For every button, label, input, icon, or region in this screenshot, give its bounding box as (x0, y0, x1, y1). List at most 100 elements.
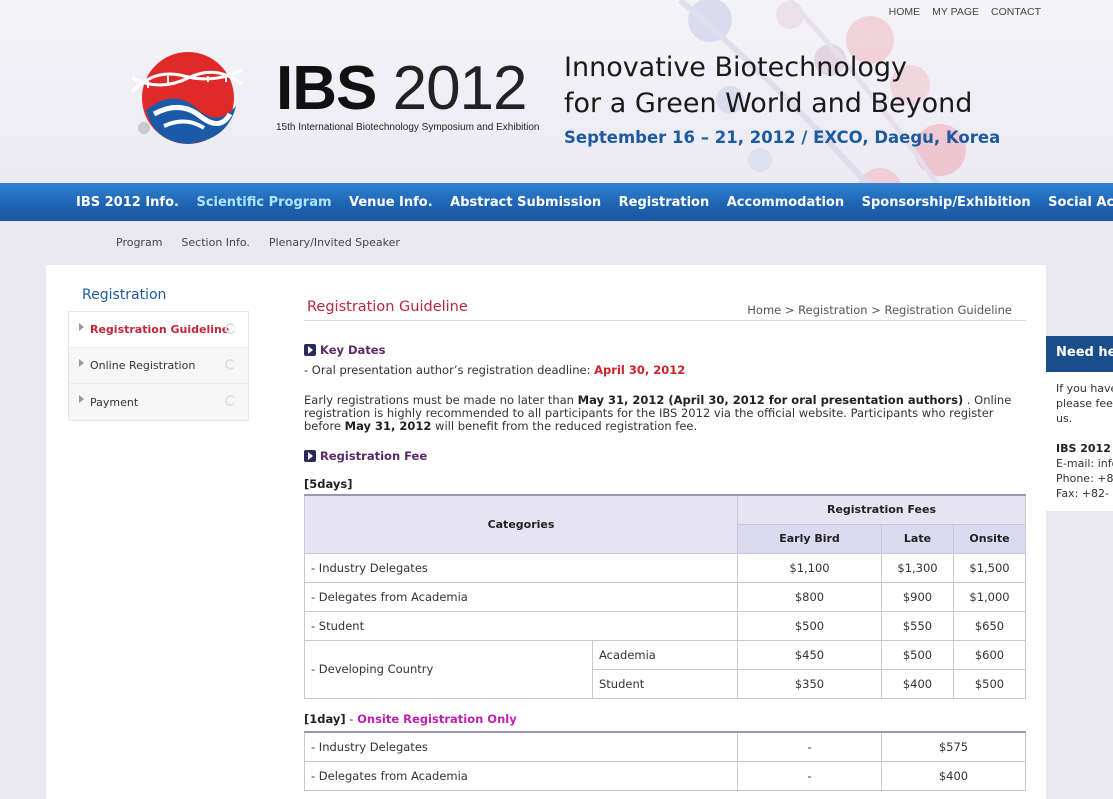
sidebar-title: Registration (82, 287, 167, 303)
table-row: - Delegates from Academia - $400 (304, 760, 1026, 791)
sub-nav: Program Section Info. Plenary/Invited Sp… (116, 236, 400, 249)
help-org: IBS 2012 (1056, 442, 1111, 455)
onsite-header: Onsite (953, 523, 1026, 554)
help-email[interactable]: E-mail: info (1056, 456, 1113, 471)
early-fee-cell: $800 (737, 581, 882, 612)
circle-icon (225, 323, 236, 334)
late-fee-cell: $400 (881, 668, 954, 699)
site-header: HOME MY PAGE CONTACT IBS 2012 15th Inter… (0, 0, 1113, 183)
subnav-section-info[interactable]: Section Info. (181, 236, 250, 249)
oral-deadline-line: - Oral presentation author’s registratio… (304, 364, 1024, 377)
table-row: - Industry Delegates - $575 (304, 731, 1026, 762)
onsite-fee-cell: $1,500 (953, 552, 1026, 583)
nav-abstract-submission[interactable]: Abstract Submission (450, 195, 601, 210)
onsite-only-note: Onsite Registration Only (357, 712, 517, 726)
subcategory-cell: Student (592, 668, 738, 699)
late-fee-cell: $500 (881, 639, 954, 670)
sidebar-item-label: Payment (90, 395, 139, 409)
five-days-label: [5days] (304, 477, 353, 491)
ibs-logo-icon[interactable] (124, 48, 250, 148)
nav-venue-info[interactable]: Venue Info. (349, 195, 433, 210)
categories-header: Categories (304, 494, 738, 554)
help-text: please feel (1056, 397, 1113, 410)
onsite-fee-cell: $1,000 (953, 581, 1026, 612)
nav-scientific-program[interactable]: Scientific Program (196, 195, 331, 210)
onsite-fee-cell: $650 (953, 610, 1026, 641)
category-cell: - Delegates from Academia (304, 581, 738, 612)
subnav-plenary-speaker[interactable]: Plenary/Invited Speaker (269, 236, 400, 249)
breadcrumb[interactable]: Home > Registration > Registration Guide… (747, 303, 1012, 317)
need-help-panel: Need help? If you have please feel us. I… (1046, 336, 1113, 511)
arrow-right-icon (79, 323, 84, 331)
nav-social-activities[interactable]: Social Activities (1048, 195, 1113, 210)
help-text: If you have (1056, 382, 1113, 395)
my-page-link[interactable]: MY PAGE (932, 6, 979, 18)
nav-sponsorship-exhibition[interactable]: Sponsorship/Exhibition (862, 195, 1031, 210)
contact-link[interactable]: CONTACT (991, 6, 1041, 18)
table-row: - Industry Delegates $1,100 $1,300 $1,50… (304, 552, 1026, 583)
table-row: - Developing Country Academia $450 $500 … (304, 639, 1026, 699)
early-fee-cell: - (737, 731, 882, 762)
category-cell: - Industry Delegates (304, 731, 738, 762)
content-panel: Registration Registration Guideline Onli… (46, 265, 1046, 799)
early-registration-paragraph: Early registrations must be made no late… (304, 394, 1024, 433)
para-bold: May 31, 2012 (April 30, 2012 for oral pr… (577, 393, 964, 407)
play-icon (304, 344, 316, 356)
onsite-fee-cell: $400 (881, 760, 1026, 791)
late-fee-cell: $1,300 (881, 552, 954, 583)
section-heading-text: Registration Fee (320, 449, 428, 463)
section-heading-text: Key Dates (320, 343, 386, 357)
sidebar-item-registration-guideline[interactable]: Registration Guideline (69, 312, 248, 348)
sidebar-item-label: Registration Guideline (90, 323, 230, 336)
help-body: If you have please feel us. IBS 2012 E-m… (1046, 372, 1113, 501)
registration-fees-header: Registration Fees (737, 494, 1026, 525)
arrow-right-icon (79, 395, 84, 403)
para-text: Early registrations must be made no late… (304, 393, 578, 407)
category-cell: - Industry Delegates (304, 552, 738, 583)
early-fee-cell: $1,100 (737, 552, 882, 583)
late-header: Late (881, 523, 954, 554)
late-fee-cell: $900 (881, 581, 954, 612)
early-fee-cell: $500 (737, 610, 882, 641)
logo-title: IBS 2012 (276, 54, 528, 123)
sidebar-item-online-registration[interactable]: Online Registration (69, 348, 248, 384)
key-dates-heading: Key Dates (304, 343, 385, 357)
onsite-fee-cell: $575 (881, 731, 1026, 762)
category-cell: - Student (304, 610, 738, 641)
late-fee-cell: $550 (881, 610, 954, 641)
early-fee-cell: $450 (737, 639, 882, 670)
para-text: will benefit from the reduced registrati… (431, 419, 698, 433)
onsite-fee-cell: $600 (953, 639, 1026, 670)
home-link[interactable]: HOME (889, 6, 921, 18)
subnav-program[interactable]: Program (116, 236, 162, 249)
deadline-prefix: - Oral presentation author’s registratio… (304, 363, 595, 377)
circle-icon (225, 395, 236, 406)
one-day-label: [1day] - Onsite Registration Only (304, 713, 1024, 726)
event-dates: September 16 – 21, 2012 / EXCO, Daegu, K… (564, 128, 1001, 147)
subcategory-cell: Academia (592, 639, 738, 670)
para-bold: May 31, 2012 (344, 419, 432, 433)
help-title: Need help? (1046, 336, 1113, 372)
help-phone: Phone: +82 (1056, 472, 1113, 485)
slogan-line-1: Innovative Biotechnology (564, 52, 907, 83)
onsite-fee-cell: $500 (953, 668, 1026, 699)
help-fax: Fax: +82- (1056, 487, 1109, 500)
help-text: us. (1056, 412, 1073, 425)
table-header-row: Categories Registration Fees (304, 494, 1026, 554)
one-day-fee-table: - Industry Delegates - $575 - Delegates … (304, 731, 1026, 791)
table-row: - Delegates from Academia $800 $900 $1,0… (304, 581, 1026, 612)
sidebar-item-payment[interactable]: Payment (69, 384, 248, 420)
page-title: Registration Guideline (307, 299, 468, 315)
one-day-title: [1day] (304, 712, 346, 726)
nav-accommodation[interactable]: Accommodation (727, 195, 844, 210)
logo-subtitle: 15th International Biotechnology Symposi… (276, 122, 540, 133)
title-divider (304, 320, 1026, 321)
nav-registration[interactable]: Registration (619, 195, 710, 210)
slogan-line-2: for a Green World and Beyond (564, 88, 973, 119)
early-bird-header: Early Bird (737, 523, 882, 554)
nav-ibs-info[interactable]: IBS 2012 Info. (76, 195, 179, 210)
play-icon (304, 450, 316, 462)
category-cell: - Delegates from Academia (304, 760, 738, 791)
main-nav: IBS 2012 Info. Scientific Program Venue … (0, 183, 1113, 221)
